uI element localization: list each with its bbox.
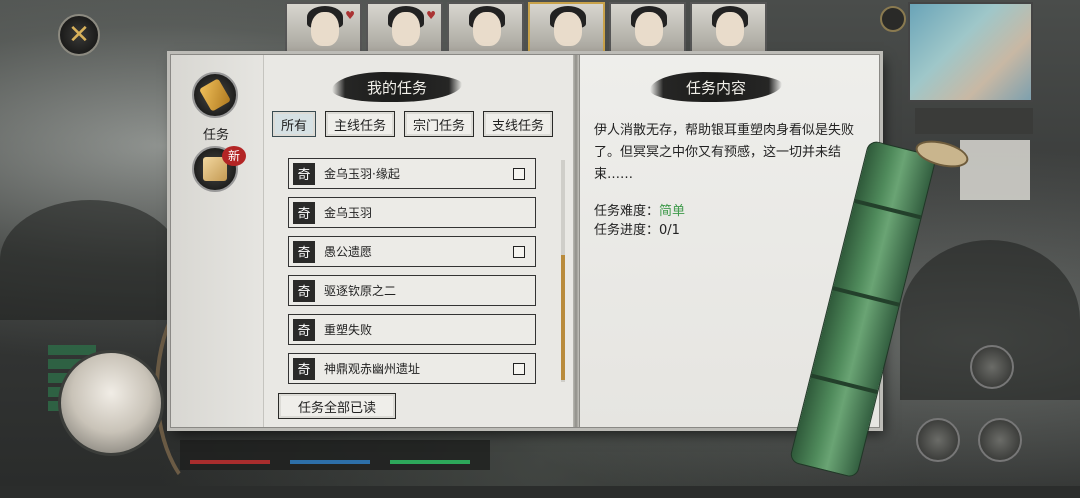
- task-row[interactable]: 奇愚公遗愿: [288, 236, 536, 267]
- task-list[interactable]: 奇金乌玉羽·缘起奇金乌玉羽奇愚公遗愿奇驱逐钦原之二奇重塑失败奇神鼎观赤幽州遗址: [288, 158, 536, 384]
- task-name: 金乌玉羽·缘起: [324, 167, 400, 181]
- nav-tasks-label: 任务: [202, 128, 229, 143]
- task-name: 神鼎观赤幽州遗址: [324, 362, 421, 376]
- party-portrait-strip: ♥ ♥: [285, 2, 767, 54]
- task-row[interactable]: 奇重塑失败: [288, 314, 536, 345]
- party-portrait[interactable]: ♥: [285, 2, 362, 54]
- scroll-icon: [198, 78, 232, 112]
- mountain-silhouette: [0, 200, 180, 320]
- party-portrait[interactable]: [447, 2, 524, 54]
- task-description: 伊人消散无存，帮助银耳重塑肉身看似是失败了。但冥冥之中你又有预感，这一切并未结束…: [594, 123, 855, 182]
- side-info-card: [960, 140, 1030, 200]
- close-icon: ✕: [68, 20, 90, 50]
- task-name: 驱逐钦原之二: [324, 284, 397, 298]
- mark-all-read-button[interactable]: 任务全部已读: [278, 393, 396, 419]
- task-track-checkbox[interactable]: [513, 362, 525, 375]
- task-track-checkbox[interactable]: [513, 245, 525, 258]
- heart-icon: ♥: [345, 9, 355, 22]
- party-portrait[interactable]: [690, 2, 767, 54]
- task-difficulty: 任务难度：简单: [594, 200, 685, 219]
- filter-tab[interactable]: 所有: [272, 111, 317, 137]
- task-type-badge: 奇: [293, 279, 315, 302]
- party-portrait[interactable]: [528, 2, 605, 54]
- minimap[interactable]: [908, 2, 1033, 102]
- task-type-badge: 奇: [293, 318, 315, 341]
- skills-menu-icon[interactable]: [978, 418, 1022, 462]
- task-progress: 任务进度：0/1: [594, 219, 680, 238]
- side-panel-strip: [915, 108, 1033, 134]
- items-menu-icon[interactable]: [916, 418, 960, 462]
- health-bar: [190, 460, 270, 464]
- task-name: 金乌玉羽: [324, 206, 373, 220]
- stamina-bar: [390, 460, 470, 464]
- party-portrait[interactable]: ♥: [366, 2, 443, 54]
- difficulty-label: 任务难度：: [594, 204, 660, 219]
- filter-tab[interactable]: 宗门任务: [404, 111, 475, 137]
- mana-bar: [290, 460, 370, 464]
- heart-icon: ♥: [426, 9, 436, 22]
- difficulty-value: 简单: [659, 204, 686, 219]
- task-type-badge: 奇: [293, 162, 315, 185]
- task-filter-tabs: 所有 主线任务 宗门任务 支线任务: [272, 111, 554, 137]
- new-badge: 新: [222, 146, 246, 166]
- status-bar: [180, 440, 490, 470]
- task-name: 重塑失败: [324, 323, 373, 337]
- task-row[interactable]: 奇神鼎观赤幽州遗址: [288, 353, 536, 384]
- party-portrait[interactable]: [609, 2, 686, 54]
- task-type-badge: 奇: [293, 240, 315, 263]
- task-row[interactable]: 奇金乌玉羽·缘起: [288, 158, 536, 189]
- player-avatar[interactable]: [58, 350, 164, 456]
- progress-label: 任务进度：: [594, 223, 660, 238]
- minimap-toggle-button[interactable]: [880, 6, 906, 32]
- task-list-scroll-thumb[interactable]: [561, 255, 565, 380]
- filter-tab[interactable]: 支线任务: [483, 111, 554, 137]
- progress-value: 0/1: [659, 223, 680, 238]
- filter-tab[interactable]: 主线任务: [325, 111, 396, 137]
- map-action-icon[interactable]: [970, 345, 1014, 389]
- close-button[interactable]: ✕: [58, 14, 100, 56]
- task-track-checkbox[interactable]: [513, 167, 525, 180]
- nav-tasks-button[interactable]: [192, 72, 238, 118]
- task-type-badge: 奇: [293, 201, 315, 224]
- task-row[interactable]: 奇驱逐钦原之二: [288, 275, 536, 306]
- task-name: 愚公遗愿: [324, 245, 373, 259]
- task-type-badge: 奇: [293, 357, 315, 380]
- task-row[interactable]: 奇金乌玉羽: [288, 197, 536, 228]
